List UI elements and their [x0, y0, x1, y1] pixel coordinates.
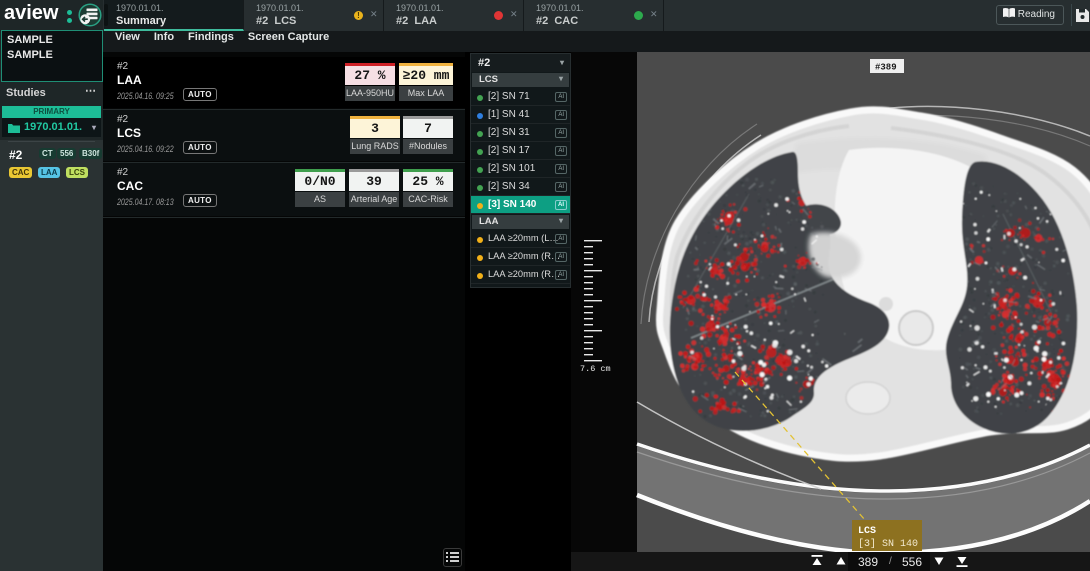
- svg-text:#389: #389: [875, 63, 897, 73]
- svg-text:[3] SN 140: [3] SN 140: [858, 538, 918, 550]
- svg-text:7.6 cm: 7.6 cm: [580, 364, 611, 374]
- svg-text:LCS: LCS: [858, 526, 876, 537]
